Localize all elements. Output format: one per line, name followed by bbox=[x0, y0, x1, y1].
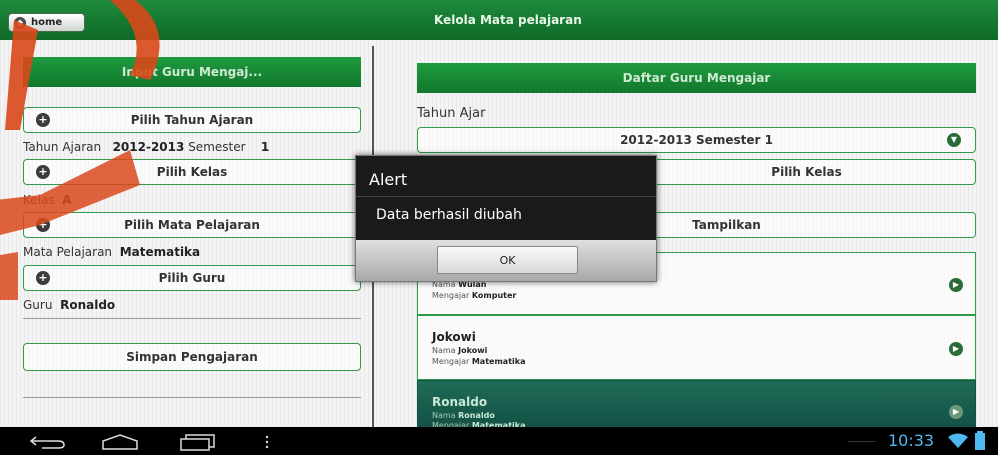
recent-apps-icon[interactable] bbox=[178, 433, 216, 451]
status-clock: 10:33 bbox=[888, 431, 935, 450]
nama-label: Nama bbox=[432, 411, 456, 420]
dialog-title: Alert bbox=[369, 170, 408, 189]
button-label: Pilih Kelas bbox=[156, 165, 228, 179]
mata-pelajaran-row: Mata Pelajaran Matematika bbox=[23, 245, 200, 259]
pilih-kelas-button[interactable]: + Pilih Kelas bbox=[23, 159, 361, 185]
card-nama: Nama Ronaldo bbox=[432, 411, 495, 420]
nama-label: Nama bbox=[432, 346, 456, 355]
kelas-label: Kelas bbox=[23, 193, 55, 207]
card-nama: Nama Jokowi bbox=[432, 346, 487, 355]
separator bbox=[23, 397, 361, 398]
right-panel-header: Daftar Guru Mengajar bbox=[417, 63, 976, 93]
list-item-selected[interactable]: Ronaldo Nama Ronaldo Mengajar Matematika… bbox=[417, 380, 976, 430]
home-label: home bbox=[31, 17, 63, 28]
plus-icon: + bbox=[36, 271, 50, 285]
home-icon bbox=[14, 16, 26, 29]
mengajar-value: Matematika bbox=[471, 357, 526, 366]
guru-row: Guru Ronaldo bbox=[23, 298, 115, 312]
home-button[interactable]: home bbox=[8, 13, 85, 32]
ok-button[interactable]: OK bbox=[437, 246, 578, 274]
chevron-down-icon: ▼ bbox=[947, 133, 961, 147]
button-label: Pilih Guru bbox=[158, 271, 226, 285]
guru-value: Ronaldo bbox=[60, 298, 116, 312]
kelas-value: A bbox=[62, 193, 72, 207]
battery-icon bbox=[975, 431, 985, 450]
page-title: Kelola Mata pelajaran bbox=[434, 13, 582, 27]
card-mengajar: Mengajar Matematika bbox=[432, 357, 525, 366]
mengajar-value: Komputer bbox=[471, 291, 517, 300]
pilih-tahun-ajaran-button[interactable]: + Pilih Tahun Ajaran bbox=[23, 107, 361, 133]
chevron-right-icon: ▶ bbox=[949, 342, 963, 356]
mata-pelajaran-label: Mata Pelajaran bbox=[23, 245, 113, 259]
menu-icon[interactable] bbox=[264, 435, 270, 449]
system-nav-bar: 10:33 bbox=[0, 427, 998, 455]
alert-dialog: Alert Data berhasil diubah OK bbox=[355, 155, 657, 282]
action-bar: home Kelola Mata pelajaran bbox=[0, 0, 998, 40]
guru-label: Guru bbox=[23, 298, 53, 312]
dialog-footer: OK bbox=[356, 240, 656, 281]
chevron-right-icon: ▶ bbox=[949, 405, 963, 419]
wifi-icon bbox=[948, 433, 968, 448]
pilih-guru-button[interactable]: + Pilih Guru bbox=[23, 265, 361, 291]
tahun-ajaran-row: Tahun Ajaran 2012-2013 Semester 1 bbox=[23, 140, 269, 154]
simpan-pengajaran-button[interactable]: Simpan Pengajaran bbox=[23, 343, 361, 371]
nama-value: Jokowi bbox=[458, 346, 488, 355]
button-label: Pilih Tahun Ajaran bbox=[130, 113, 254, 127]
dialog-message: Data berhasil diubah bbox=[376, 207, 522, 223]
semester-label: Semester bbox=[188, 140, 246, 154]
back-icon[interactable] bbox=[28, 434, 68, 450]
home-nav-icon[interactable] bbox=[100, 433, 140, 451]
semester-value: 1 bbox=[260, 140, 270, 154]
divider bbox=[848, 441, 876, 442]
left-panel-header: Input Guru Mengaj... bbox=[23, 57, 361, 87]
mengajar-label: Mengajar bbox=[432, 291, 470, 300]
mengajar-label: Mengajar bbox=[432, 357, 470, 366]
plus-icon: + bbox=[36, 165, 50, 179]
card-title: Ronaldo bbox=[432, 395, 488, 409]
nama-value: Ronaldo bbox=[458, 411, 495, 420]
button-label: Pilih Mata Pelajaran bbox=[124, 218, 260, 232]
tahun-ajaran-label: Tahun Ajaran bbox=[23, 140, 102, 154]
kelas-row: Kelas A bbox=[23, 193, 72, 207]
card-mengajar: Mengajar Komputer bbox=[432, 291, 516, 300]
plus-icon: + bbox=[36, 218, 50, 232]
plus-icon: + bbox=[36, 113, 50, 127]
tahun-ajar-select[interactable]: 2012-2013 Semester 1 ▼ bbox=[417, 127, 976, 153]
card-title: Jokowi bbox=[432, 330, 476, 344]
button-label: Simpan Pengajaran bbox=[126, 350, 258, 364]
dialog-separator bbox=[356, 196, 656, 197]
pilih-mata-pelajaran-button[interactable]: + Pilih Mata Pelajaran bbox=[23, 212, 361, 238]
chevron-right-icon: ▶ bbox=[949, 278, 963, 292]
mata-pelajaran-value: Matematika bbox=[119, 245, 201, 259]
tahun-ajaran-value: 2012-2013 bbox=[112, 140, 185, 154]
tahun-ajar-label: Tahun Ajar bbox=[417, 106, 486, 121]
list-item[interactable]: Jokowi Nama Jokowi Mengajar Matematika ▶ bbox=[417, 315, 976, 380]
select-value: 2012-2013 Semester 1 bbox=[620, 133, 773, 147]
separator bbox=[23, 318, 361, 319]
